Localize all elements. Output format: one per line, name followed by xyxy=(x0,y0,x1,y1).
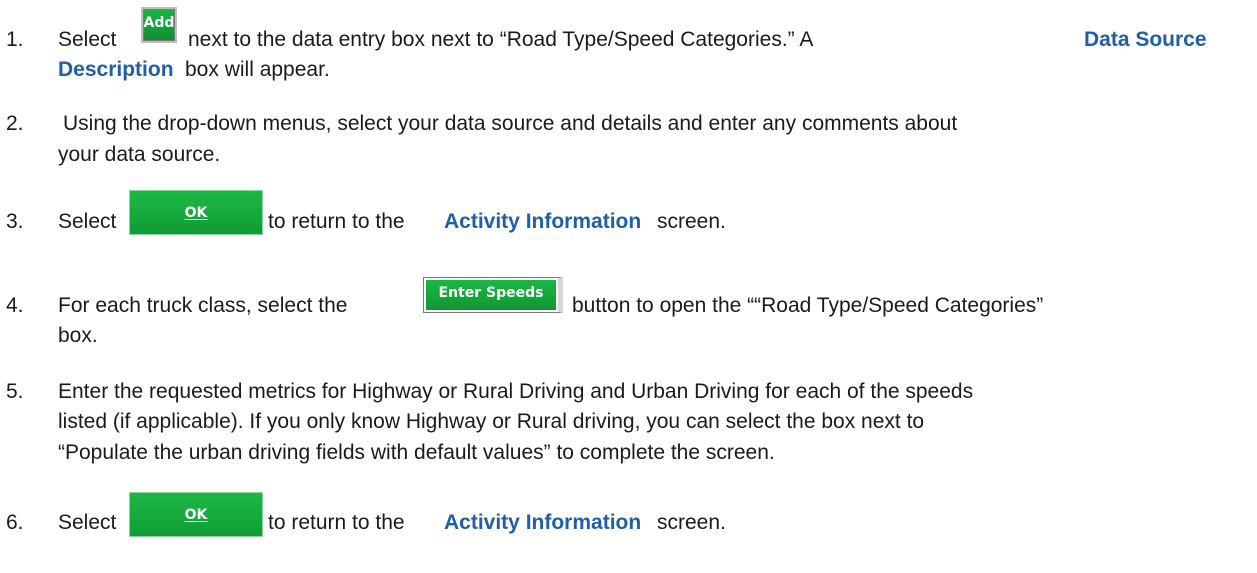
step-text: Select xyxy=(58,210,117,233)
step-text: screen. xyxy=(657,511,726,534)
step-text: to return to the xyxy=(268,511,405,534)
activity-information-label: Activity Information xyxy=(444,210,642,233)
step-text: Enter the requested metrics for Highway … xyxy=(58,380,974,403)
add-button[interactable]: Add xyxy=(141,7,177,43)
step-number: 5. xyxy=(6,380,24,403)
step-text: button to open the ““Road Type/Speed Cat… xyxy=(572,294,1044,317)
step-text: your data source. xyxy=(58,143,221,166)
step-text: “Populate the urban driving fields with … xyxy=(58,441,775,464)
ok-button[interactable]: OK xyxy=(129,190,263,235)
step-text: box will appear. xyxy=(185,58,330,81)
step-text: screen. xyxy=(657,210,726,233)
step-number: 3. xyxy=(6,210,24,233)
activity-information-label: Activity Information xyxy=(444,511,642,534)
step-number: 4. xyxy=(6,294,24,317)
step-number: 1. xyxy=(6,28,24,51)
step-number: 2. xyxy=(6,112,24,135)
data-source-description-label: Data Source xyxy=(1084,28,1207,51)
step-text: Select xyxy=(58,511,117,534)
data-source-description-label: Description xyxy=(58,58,174,81)
step-text: listed (if applicable). If you only know… xyxy=(58,410,925,433)
step-text: Select xyxy=(58,28,117,51)
step-text: to return to the xyxy=(268,210,405,233)
step-text: box. xyxy=(58,324,98,347)
step-text: next to the data entry box next to “Road… xyxy=(188,28,814,51)
step-text: Using the drop-down menus, select your d… xyxy=(63,112,958,135)
step-text: For each truck class, select the xyxy=(58,294,348,317)
enter-speeds-button[interactable]: Enter Speeds xyxy=(423,277,563,313)
ok-button[interactable]: OK xyxy=(129,492,263,537)
step-number: 6. xyxy=(6,511,24,534)
